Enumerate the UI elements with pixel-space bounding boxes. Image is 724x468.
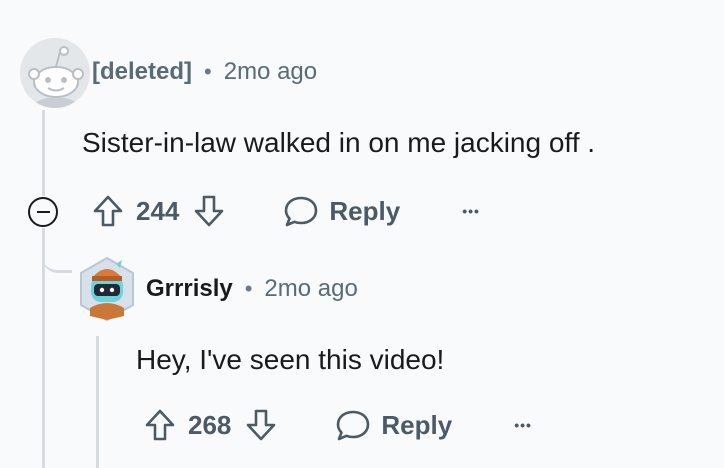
- collapse-thread-icon: [36, 210, 50, 214]
- reply-label: Reply: [329, 195, 401, 226]
- downvote-arrow-icon: [247, 409, 276, 441]
- comment-timestamp[interactable]: 2mo ago: [224, 58, 317, 86]
- comment-thread: [deleted] • 2mo ago Sister-in-law walked…: [0, 0, 724, 468]
- upvote-arrow-icon: [145, 409, 175, 441]
- downvote-button[interactable]: [245, 408, 277, 442]
- avatar-grrrisly: [76, 254, 138, 324]
- user-avatar-icon: [80, 256, 134, 322]
- reply-button[interactable]: Reply: [335, 408, 452, 442]
- comment-timestamp[interactable]: 2mo ago: [264, 275, 357, 303]
- meta-separator: •: [204, 59, 212, 84]
- more-options-icon[interactable]: •••: [514, 417, 532, 433]
- downvote-arrow-icon: [195, 195, 224, 227]
- vote-score: 268: [188, 409, 232, 440]
- upvote-arrow-icon: [93, 195, 123, 227]
- avatar-deleted: [20, 38, 90, 108]
- downvote-button[interactable]: [193, 194, 225, 228]
- speech-bubble-icon: [285, 196, 318, 227]
- comment-author[interactable]: [deleted]: [92, 58, 192, 86]
- vote-score: 244: [136, 195, 180, 226]
- speech-bubble-icon: [337, 410, 370, 441]
- meta-separator: •: [244, 276, 253, 301]
- comment-body: Hey, I've seen this video!: [136, 344, 445, 375]
- reply-button[interactable]: Reply: [283, 194, 400, 228]
- reply-label: Reply: [381, 409, 453, 440]
- upvote-button[interactable]: [92, 194, 124, 228]
- thread-line-child[interactable]: [96, 336, 99, 468]
- comment-author[interactable]: Grrrisly: [146, 275, 233, 303]
- upvote-button[interactable]: [144, 408, 176, 442]
- comment-meta: [deleted] • 2mo ago: [92, 58, 317, 86]
- reply-action-bar: 268 Reply •••: [144, 406, 532, 444]
- collapse-thread-button[interactable]: [28, 197, 58, 227]
- more-options-icon[interactable]: •••: [462, 203, 480, 219]
- reply-connector: [42, 236, 72, 273]
- snoo-avatar-icon: [20, 38, 90, 108]
- reply-meta: Grrrisly • 2mo ago: [146, 275, 358, 303]
- comment-body: Sister-in-law walked in on me jacking of…: [82, 127, 596, 158]
- thread-line-parent[interactable]: [42, 110, 45, 196]
- comment-action-bar: 244 Reply •••: [92, 192, 480, 230]
